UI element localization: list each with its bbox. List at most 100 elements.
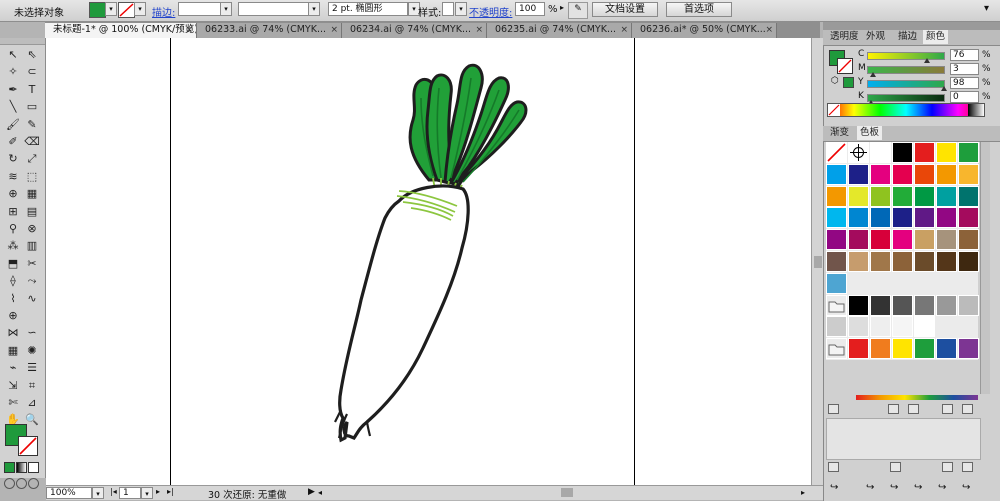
footer-arrow-icon-5[interactable]: ↪ bbox=[938, 482, 946, 493]
pucker-tool-icon[interactable]: ∽ bbox=[23, 324, 41, 341]
knife-tool-icon[interactable]: ✄ bbox=[4, 394, 22, 411]
swatch[interactable] bbox=[958, 251, 979, 272]
swatch[interactable] bbox=[870, 294, 891, 316]
swatches-panel-tab-1[interactable]: 渐变 bbox=[827, 126, 852, 140]
recolor-icon[interactable]: ✎ bbox=[568, 2, 588, 19]
slider-m[interactable] bbox=[867, 66, 945, 77]
selection-tool-icon[interactable]: ↖ bbox=[4, 46, 22, 63]
gradient-mode-icon[interactable] bbox=[16, 462, 27, 473]
scroll-right-icon[interactable]: ▸ bbox=[801, 488, 809, 498]
opacity-label-link[interactable]: 不透明度: bbox=[469, 4, 512, 19]
scale-tool-icon[interactable]: ⤢ bbox=[23, 150, 41, 167]
type-tool-icon[interactable]: T bbox=[23, 81, 41, 98]
channel-value-k[interactable]: 0 bbox=[950, 91, 979, 103]
tab-close-icon[interactable]: × bbox=[330, 23, 338, 37]
footer-arrow-icon-6[interactable]: ↪ bbox=[962, 482, 970, 493]
swatch[interactable] bbox=[848, 229, 869, 251]
library-menu-icon[interactable] bbox=[828, 462, 839, 472]
swatch[interactable] bbox=[826, 207, 847, 229]
delete-swatch-icon[interactable] bbox=[962, 404, 973, 414]
slider-thumb-m[interactable] bbox=[870, 72, 877, 77]
document-tab-5[interactable]: 06236.ai* @ 50% (CMYK... × bbox=[632, 23, 777, 38]
swatch[interactable] bbox=[892, 251, 913, 272]
swatch[interactable] bbox=[936, 142, 957, 163]
swatch[interactable] bbox=[936, 229, 957, 251]
reshape-tool-icon[interactable]: ⤳ bbox=[23, 272, 41, 289]
brush-definition-field[interactable]: 2 pt. 椭圆形 bbox=[328, 2, 408, 16]
swatch-group-folder-icon[interactable] bbox=[826, 338, 847, 360]
swatch[interactable] bbox=[914, 207, 935, 229]
swatch[interactable] bbox=[826, 316, 847, 338]
zoom-field[interactable]: 100% bbox=[46, 487, 92, 499]
style-dropdown-icon[interactable]: ▾ bbox=[455, 2, 467, 16]
swatch-group-folder-icon[interactable] bbox=[826, 294, 847, 316]
swatch-none[interactable] bbox=[826, 142, 847, 163]
document-tab-3[interactable]: 06234.ai @ 74% (CMYK... × bbox=[342, 23, 487, 38]
artboard-tool-icon[interactable]: ⬒ bbox=[4, 255, 22, 272]
perspective-grid-tool-icon[interactable]: ▦ bbox=[23, 185, 41, 202]
footer-arrow-icon-3[interactable]: ↪ bbox=[890, 482, 898, 493]
tab-close-icon[interactable]: × bbox=[765, 23, 773, 37]
swatch[interactable] bbox=[958, 229, 979, 251]
stroke-box-icon[interactable] bbox=[18, 436, 38, 456]
slider-k[interactable] bbox=[867, 94, 945, 105]
measure-tool-icon[interactable]: ⇲ bbox=[4, 377, 22, 394]
channel-value-c[interactable]: 76 bbox=[950, 49, 979, 61]
stroke-color-box[interactable] bbox=[837, 58, 853, 74]
tab-close-icon[interactable]: × bbox=[620, 23, 628, 37]
slice-select-tool-icon[interactable]: ⊿ bbox=[23, 394, 41, 411]
shape-builder-tool-icon[interactable]: ⊕ bbox=[4, 185, 22, 202]
radish-artwork[interactable] bbox=[171, 38, 636, 485]
footer-arrow-icon[interactable]: ↪ bbox=[830, 482, 838, 493]
swatch[interactable] bbox=[826, 272, 847, 294]
panel-menu-icon[interactable]: ▾ bbox=[984, 3, 996, 15]
document-tab-4[interactable]: 06235.ai @ 74% (CMYK... × bbox=[487, 23, 632, 38]
swatch[interactable] bbox=[936, 251, 957, 272]
crystallize-tool-icon[interactable]: ✺ bbox=[23, 342, 41, 359]
color-panel-tab-4[interactable]: 颜色 bbox=[923, 30, 949, 44]
swatch[interactable] bbox=[914, 229, 935, 251]
mesh-tool-icon[interactable]: ⊞ bbox=[4, 203, 22, 220]
status-menu-icon[interactable]: ▶ bbox=[308, 487, 315, 497]
swatch[interactable] bbox=[914, 142, 935, 163]
swatch[interactable] bbox=[892, 229, 913, 251]
channel-value-y[interactable]: 98 bbox=[950, 77, 979, 89]
new-group-icon[interactable] bbox=[942, 404, 953, 414]
horizontal-scroll-thumb[interactable] bbox=[561, 488, 573, 497]
pen-tool-icon[interactable]: ✒ bbox=[4, 81, 22, 98]
swatch[interactable] bbox=[914, 185, 935, 207]
vertical-scroll-thumb[interactable] bbox=[814, 256, 822, 268]
fill-swatch-button[interactable] bbox=[89, 2, 106, 18]
swatch[interactable] bbox=[826, 251, 847, 272]
swatch-options-icon[interactable] bbox=[908, 404, 919, 414]
symbol-sprayer-tool-icon[interactable]: ⁂ bbox=[4, 237, 22, 254]
rotate-tool-icon[interactable]: ↻ bbox=[4, 150, 22, 167]
swatch[interactable] bbox=[958, 338, 979, 360]
document-setup-button[interactable]: 文档设置 bbox=[592, 2, 658, 17]
swatch[interactable] bbox=[870, 316, 891, 338]
align-tool-icon[interactable]: ☰ bbox=[23, 359, 41, 376]
swatch-registration-icon[interactable] bbox=[848, 142, 869, 163]
swatch[interactable] bbox=[936, 163, 957, 185]
direct-selection-tool-icon[interactable]: ⇖ bbox=[23, 46, 41, 63]
paintbrush-tool-icon[interactable]: 🖌 bbox=[4, 116, 22, 133]
crop-tool-icon[interactable]: ⌗ bbox=[23, 377, 41, 394]
swatch[interactable] bbox=[870, 338, 891, 360]
trash-icon[interactable] bbox=[962, 462, 973, 472]
eyedropper-tool-icon[interactable]: ⚲ bbox=[4, 220, 22, 237]
swatch[interactable] bbox=[848, 338, 869, 360]
swatch[interactable] bbox=[958, 294, 979, 316]
swatch[interactable] bbox=[958, 207, 979, 229]
footer-arrow-icon-4[interactable]: ↪ bbox=[914, 482, 922, 493]
stroke-none-button[interactable] bbox=[118, 2, 135, 18]
out-of-gamut-icon[interactable]: ⬡ bbox=[831, 76, 839, 86]
swatch[interactable] bbox=[936, 338, 957, 360]
swatch[interactable] bbox=[892, 163, 913, 185]
swatch[interactable] bbox=[936, 294, 957, 316]
swatch[interactable] bbox=[936, 207, 957, 229]
swatch[interactable] bbox=[870, 185, 891, 207]
fill-dropdown-icon[interactable]: ▾ bbox=[105, 2, 117, 16]
envelope-tool-icon[interactable]: ⋈ bbox=[4, 324, 22, 341]
anchor-tool-icon[interactable]: ⌇ bbox=[4, 290, 22, 307]
swatch[interactable] bbox=[848, 294, 869, 316]
